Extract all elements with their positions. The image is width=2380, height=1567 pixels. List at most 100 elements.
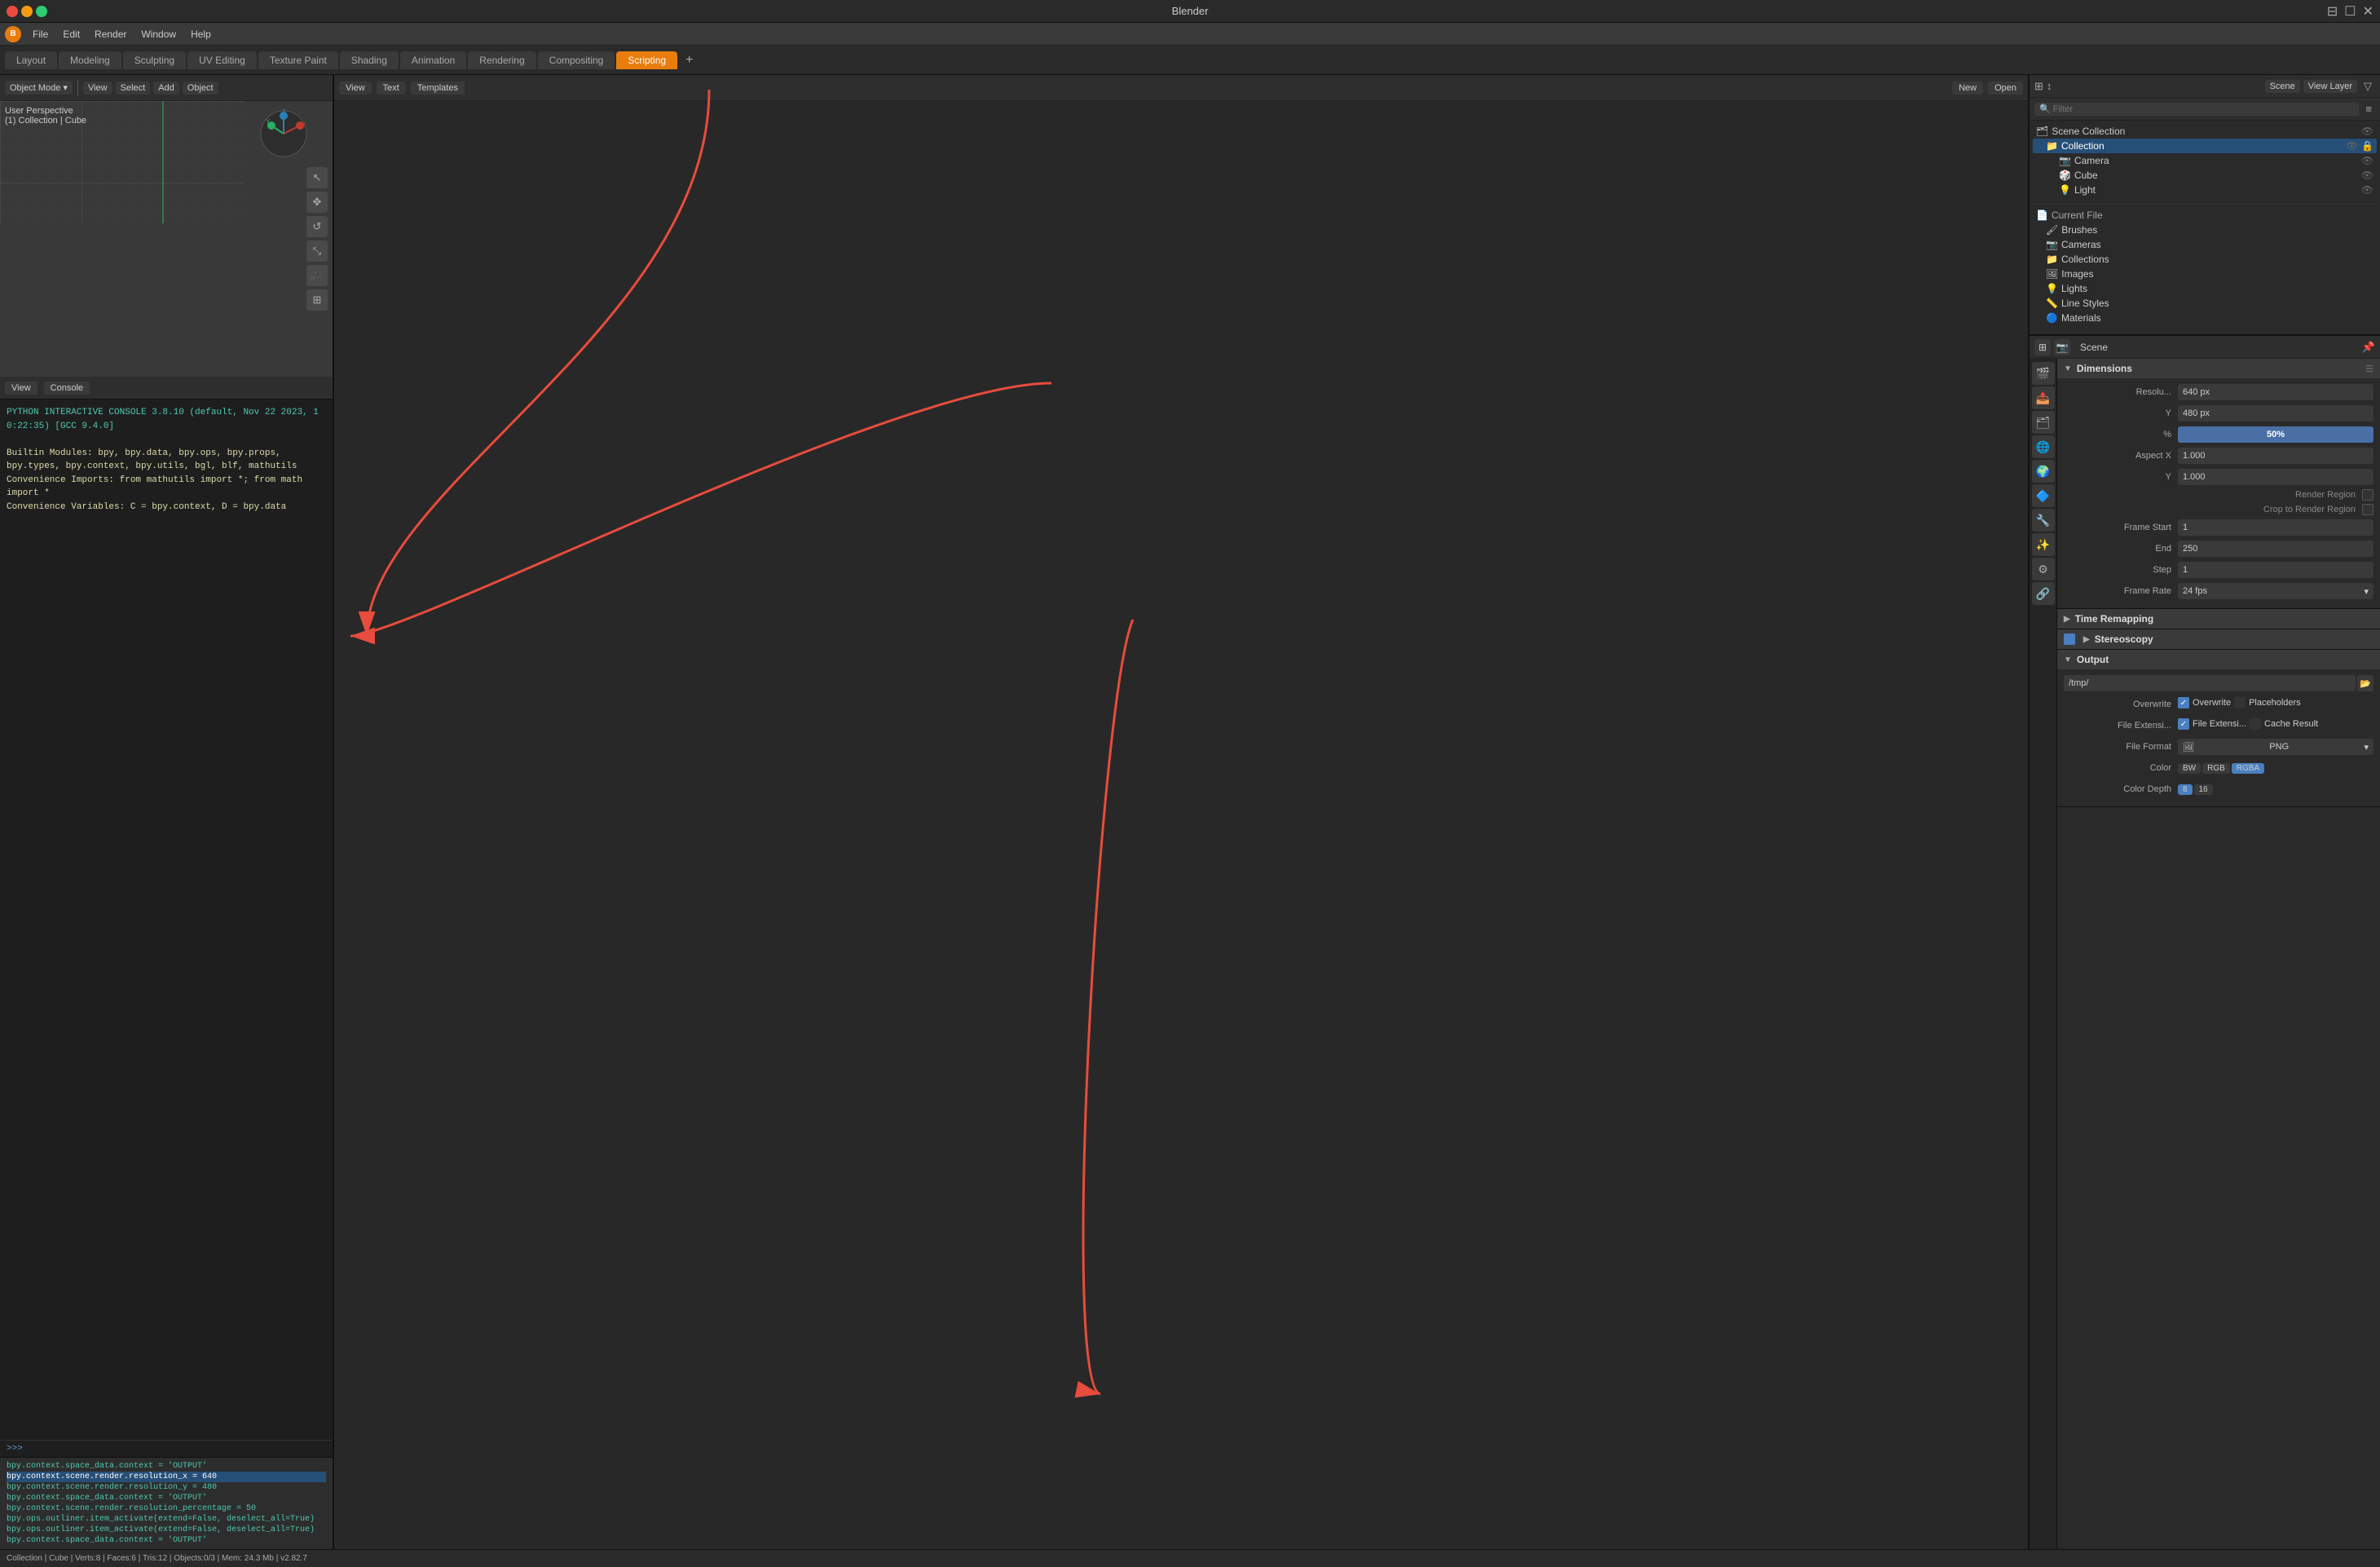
data-brushes[interactable]: 🖌 Brushes bbox=[2033, 223, 2377, 237]
outliner-scene-collection[interactable]: 🗂 Scene Collection 👁 bbox=[2033, 124, 2377, 139]
tab-layout[interactable]: Layout bbox=[5, 51, 57, 69]
collection-eye[interactable]: 👁 bbox=[2346, 140, 2358, 152]
prop-header-icon[interactable]: ⊞ bbox=[2034, 339, 2051, 355]
menu-render[interactable]: Render bbox=[88, 27, 133, 42]
camera-tool[interactable]: 🎥 bbox=[306, 265, 328, 286]
data-lights[interactable]: 💡 Lights bbox=[2033, 281, 2377, 296]
menu-edit[interactable]: Edit bbox=[56, 27, 86, 42]
output-path-value[interactable]: /tmp/ bbox=[2064, 675, 2356, 691]
maximize-button[interactable] bbox=[36, 6, 47, 17]
stereoscopy-checkbox[interactable] bbox=[2064, 633, 2075, 645]
mode-selector[interactable]: Object Mode ▾ bbox=[5, 81, 73, 95]
tab-animation[interactable]: Animation bbox=[400, 51, 466, 69]
menu-file[interactable]: File bbox=[26, 27, 55, 42]
camera-eye[interactable]: 👁 bbox=[2361, 155, 2373, 166]
minimize-button[interactable] bbox=[21, 6, 33, 17]
frame-start-value[interactable]: 1 bbox=[2178, 519, 2373, 536]
menu-help[interactable]: Help bbox=[184, 27, 218, 42]
history-line-2[interactable]: bpy.context.scene.render.resolution_x = … bbox=[7, 1472, 326, 1482]
console-view-btn[interactable]: View bbox=[5, 382, 37, 395]
resolution-x-value[interactable]: 640 px bbox=[2178, 384, 2373, 400]
data-line-styles[interactable]: 📏 Line Styles bbox=[2033, 296, 2377, 311]
outliner-cube[interactable]: 🎲 Cube 👁 bbox=[2033, 168, 2377, 183]
rotate-tool[interactable]: ↺ bbox=[306, 216, 328, 237]
tab-texture-paint[interactable]: Texture Paint bbox=[258, 51, 338, 69]
menu-window[interactable]: Window bbox=[134, 27, 183, 42]
data-images[interactable]: 🖼 Images bbox=[2033, 267, 2377, 281]
console-input-field[interactable] bbox=[26, 1444, 326, 1454]
tab-sculpting[interactable]: Sculpting bbox=[123, 51, 186, 69]
color-bw-btn[interactable]: BW bbox=[2178, 763, 2201, 774]
history-line-8[interactable]: bpy.context.space_data.context = 'OUTPUT… bbox=[7, 1535, 326, 1546]
te-text-btn[interactable]: Text bbox=[377, 82, 406, 95]
outliner-search-input[interactable] bbox=[2034, 103, 2359, 116]
frame-step-value[interactable]: 1 bbox=[2178, 562, 2373, 578]
tab-rendering[interactable]: Rendering bbox=[468, 51, 536, 69]
tab-uv-editing[interactable]: UV Editing bbox=[187, 51, 257, 69]
history-line-5[interactable]: bpy.context.scene.render.resolution_perc… bbox=[7, 1503, 326, 1514]
outliner-light[interactable]: 💡 Light 👁 bbox=[2033, 183, 2377, 197]
tab-modeling[interactable]: Modeling bbox=[59, 51, 121, 69]
outliner-filter-icon[interactable]: ▽ bbox=[2360, 80, 2375, 93]
world-icon[interactable]: 🌍 bbox=[2032, 460, 2055, 483]
data-cameras[interactable]: 📷 Cameras bbox=[2033, 237, 2377, 252]
render-icon[interactable]: 🎬 bbox=[2032, 362, 2055, 385]
scene-prop-icon[interactable]: 🌐 bbox=[2032, 435, 2055, 458]
data-materials[interactable]: 🔵 Materials bbox=[2033, 311, 2377, 325]
te-open-btn[interactable]: Open bbox=[1988, 82, 2023, 95]
cursor-tool[interactable]: ↖ bbox=[306, 167, 328, 188]
resolution-pct-value[interactable]: 50% bbox=[2178, 426, 2373, 443]
render-region-check[interactable] bbox=[2362, 489, 2373, 501]
prop-pin-icon[interactable]: 📌 bbox=[2362, 341, 2375, 354]
title-controls[interactable]: ⊟ ☐ ✕ bbox=[2327, 3, 2373, 20]
window-controls[interactable] bbox=[7, 6, 47, 17]
modifier-icon[interactable]: 🔧 bbox=[2032, 509, 2055, 532]
add-menu[interactable]: Add bbox=[153, 82, 179, 95]
cache-result-checkbox[interactable] bbox=[2250, 718, 2261, 730]
light-eye[interactable]: 👁 bbox=[2361, 184, 2373, 196]
output-path-browse[interactable]: 📂 bbox=[2357, 675, 2373, 691]
placeholders-checkbox[interactable] bbox=[2234, 697, 2246, 708]
dimensions-header[interactable]: ▼ Dimensions ☰ bbox=[2057, 359, 2380, 378]
te-new-btn[interactable]: New bbox=[1952, 82, 1983, 95]
color-rgb-btn[interactable]: RGB bbox=[2202, 763, 2230, 774]
physics-icon[interactable]: ⚙ bbox=[2032, 558, 2055, 580]
data-collections[interactable]: 📁 Collections bbox=[2033, 252, 2377, 267]
outliner-options-icon[interactable]: ≡ bbox=[2362, 103, 2375, 115]
stereoscopy-header[interactable]: ▶ Stereoscopy bbox=[2057, 629, 2380, 649]
select-menu[interactable]: Select bbox=[116, 82, 151, 95]
output-icon[interactable]: 📤 bbox=[2032, 386, 2055, 409]
history-line-1[interactable]: bpy.context.space_data.context = 'OUTPUT… bbox=[7, 1461, 326, 1472]
te-templates-btn[interactable]: Templates bbox=[411, 82, 465, 95]
axis-widget[interactable]: X Y Z bbox=[259, 109, 308, 158]
color-depth-8-btn[interactable]: 8 bbox=[2178, 784, 2193, 795]
color-rgba-btn[interactable]: RGBA bbox=[2232, 763, 2264, 774]
resolution-y-value[interactable]: 480 px bbox=[2178, 405, 2373, 422]
constraints-icon[interactable]: 🔗 bbox=[2032, 582, 2055, 605]
time-remapping-header[interactable]: ▶ Time Remapping bbox=[2057, 609, 2380, 629]
viewlayer-selector[interactable]: View Layer bbox=[2303, 80, 2357, 93]
output-header[interactable]: ▼ Output bbox=[2057, 650, 2380, 669]
overwrite-checkbox[interactable]: ✓ bbox=[2178, 697, 2189, 708]
frame-end-value[interactable]: 250 bbox=[2178, 541, 2373, 557]
history-line-6[interactable]: bpy.ops.outliner.item_activate(extend=Fa… bbox=[7, 1514, 326, 1525]
view-layer-icon[interactable]: 🗂 bbox=[2032, 411, 2055, 434]
particles-icon[interactable]: ✨ bbox=[2032, 533, 2055, 556]
outliner-camera[interactable]: 📷 Camera 👁 bbox=[2033, 153, 2377, 168]
outliner-collection[interactable]: 📁 Collection 👁 🔒 bbox=[2033, 139, 2377, 153]
tab-scripting[interactable]: Scripting bbox=[616, 51, 677, 69]
scale-tool[interactable]: ⤡ bbox=[306, 241, 328, 262]
file-ext-checkbox[interactable]: ✓ bbox=[2178, 718, 2189, 730]
scene-selector[interactable]: Scene bbox=[2265, 80, 2300, 93]
aspect-y-value[interactable]: 1.000 bbox=[2178, 469, 2373, 485]
view-menu[interactable]: View bbox=[83, 82, 112, 95]
object-menu[interactable]: Object bbox=[183, 82, 218, 95]
cube-eye[interactable]: 👁 bbox=[2361, 170, 2373, 181]
history-line-7[interactable]: bpy.ops.outliner.item_activate(extend=Fa… bbox=[7, 1525, 326, 1535]
te-view-btn[interactable]: View bbox=[339, 82, 372, 95]
frame-rate-dropdown[interactable]: 24 fps ▾ bbox=[2178, 583, 2373, 599]
tab-compositing[interactable]: Compositing bbox=[538, 51, 615, 69]
dimensions-menu[interactable]: ☰ bbox=[2365, 364, 2373, 374]
console-input-area[interactable]: >>> bbox=[0, 1440, 333, 1457]
scene-collection-eye[interactable]: 👁 bbox=[2361, 126, 2373, 137]
